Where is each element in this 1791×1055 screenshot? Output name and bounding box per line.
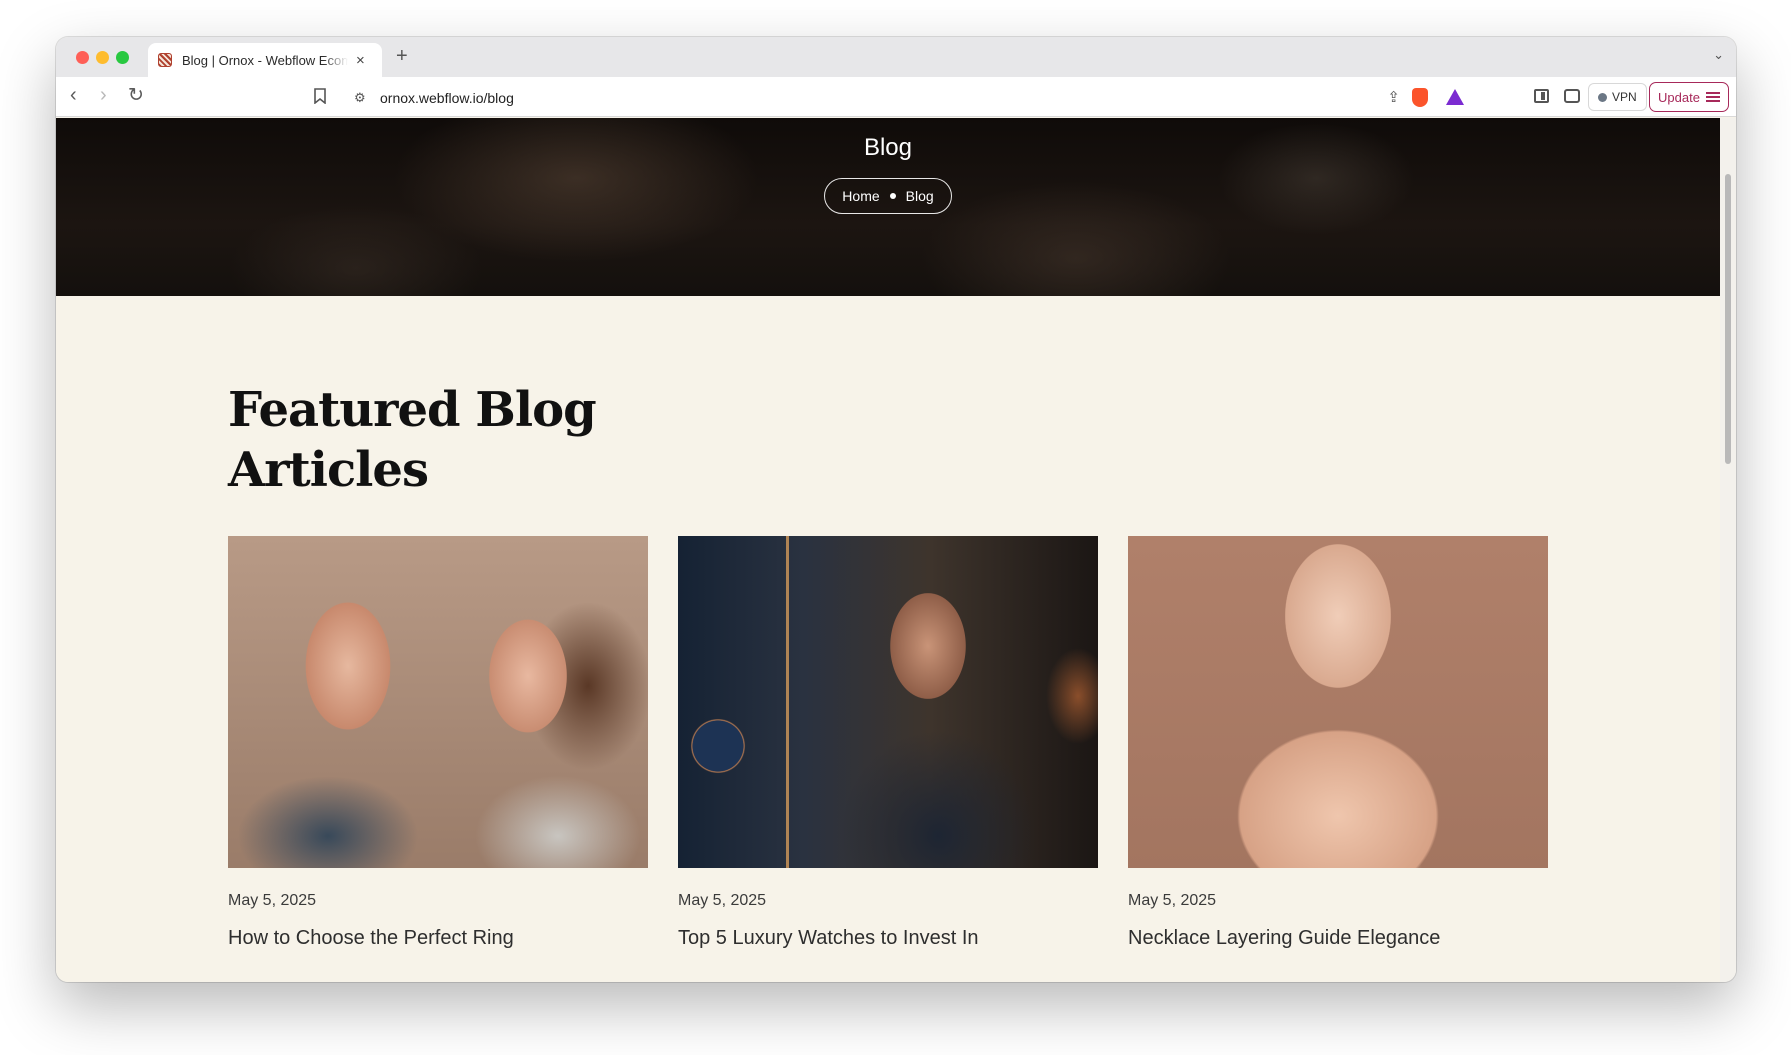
sidebar-toggle-icon[interactable]: [1534, 89, 1549, 103]
tab-title: Blog | Ornox - Webflow Ecom: [182, 52, 348, 68]
update-label: Update: [1658, 89, 1700, 105]
tab-strip: Blog | Ornox - Webflow Ecom × + ⌄: [56, 37, 1736, 77]
browser-toolbar: ‹ › ↻ ⚙ ornox.webflow.io/blog ⇪ VPN Upda…: [56, 77, 1736, 117]
card-image[interactable]: [678, 536, 1098, 868]
card-date: May 5, 2025: [678, 892, 767, 909]
forward-button[interactable]: ›: [100, 85, 107, 105]
page-title: Blog: [863, 134, 913, 161]
card-title-link[interactable]: How to Choose the Perfect Ring: [228, 927, 648, 950]
card-title-link[interactable]: Necklace Layering Guide Elegance: [1128, 927, 1548, 950]
blog-card[interactable]: May 5, 2025 Top 5 Luxury Watches to Inve…: [678, 536, 1098, 950]
brave-shields-icon[interactable]: [1412, 88, 1428, 107]
breadcrumb: Home Blog: [824, 178, 952, 214]
reload-button[interactable]: ↻: [128, 86, 144, 105]
blog-hero-banner: Blog Home Blog: [56, 118, 1720, 296]
share-icon[interactable]: ⇪: [1387, 88, 1400, 106]
vpn-button[interactable]: VPN: [1588, 83, 1647, 111]
active-tab[interactable]: Blog | Ornox - Webflow Ecom ×: [148, 43, 382, 77]
close-window-button[interactable]: [76, 51, 89, 64]
card-date: May 5, 2025: [228, 892, 317, 909]
blog-card[interactable]: May 5, 2025 Necklace Layering Guide Eleg…: [1128, 536, 1548, 950]
tab-search-chevron-icon[interactable]: ⌄: [1713, 47, 1724, 63]
breadcrumb-home-link[interactable]: Home: [842, 188, 879, 204]
page-content: Blog Home Blog Featured Blog Articles Ma…: [56, 118, 1720, 982]
card-image[interactable]: [228, 536, 648, 868]
bookmark-icon[interactable]: [314, 88, 326, 104]
breadcrumb-separator-icon: [889, 193, 896, 199]
card-title-link[interactable]: Top 5 Luxury Watches to Invest In: [678, 927, 1098, 950]
breadcrumb-current: Blog: [905, 188, 934, 204]
blog-card[interactable]: May 5, 2025 How to Choose the Perfect Ri…: [228, 536, 648, 950]
minimize-window-button[interactable]: [96, 51, 109, 64]
address-bar[interactable]: ⚙ ornox.webflow.io/blog ⇪: [344, 82, 1482, 113]
site-info-icon[interactable]: ⚙: [354, 90, 366, 106]
update-button[interactable]: Update: [1649, 82, 1729, 112]
wallet-icon[interactable]: [1564, 89, 1580, 103]
back-button[interactable]: ‹: [70, 85, 77, 105]
vpn-status-icon: [1598, 92, 1607, 102]
card-date: May 5, 2025: [1128, 892, 1217, 909]
featured-section-heading: Featured Blog Articles: [228, 382, 597, 498]
zoom-window-button[interactable]: [116, 51, 129, 64]
scrollbar-thumb[interactable]: [1725, 174, 1731, 464]
new-tab-button[interactable]: +: [396, 46, 408, 66]
ornox-favicon-icon: [158, 53, 172, 67]
url-text[interactable]: ornox.webflow.io/blog: [380, 90, 514, 106]
tab-close-icon[interactable]: ×: [356, 53, 365, 68]
brave-rewards-icon[interactable]: [1446, 89, 1464, 105]
card-image[interactable]: [1128, 536, 1548, 868]
vertical-scrollbar[interactable]: [1720, 118, 1736, 982]
browser-window: Blog | Ornox - Webflow Ecom × + ⌄ ‹ › ↻ …: [56, 37, 1736, 982]
hamburger-menu-icon: [1705, 92, 1720, 102]
vpn-label: VPN: [1612, 90, 1637, 104]
